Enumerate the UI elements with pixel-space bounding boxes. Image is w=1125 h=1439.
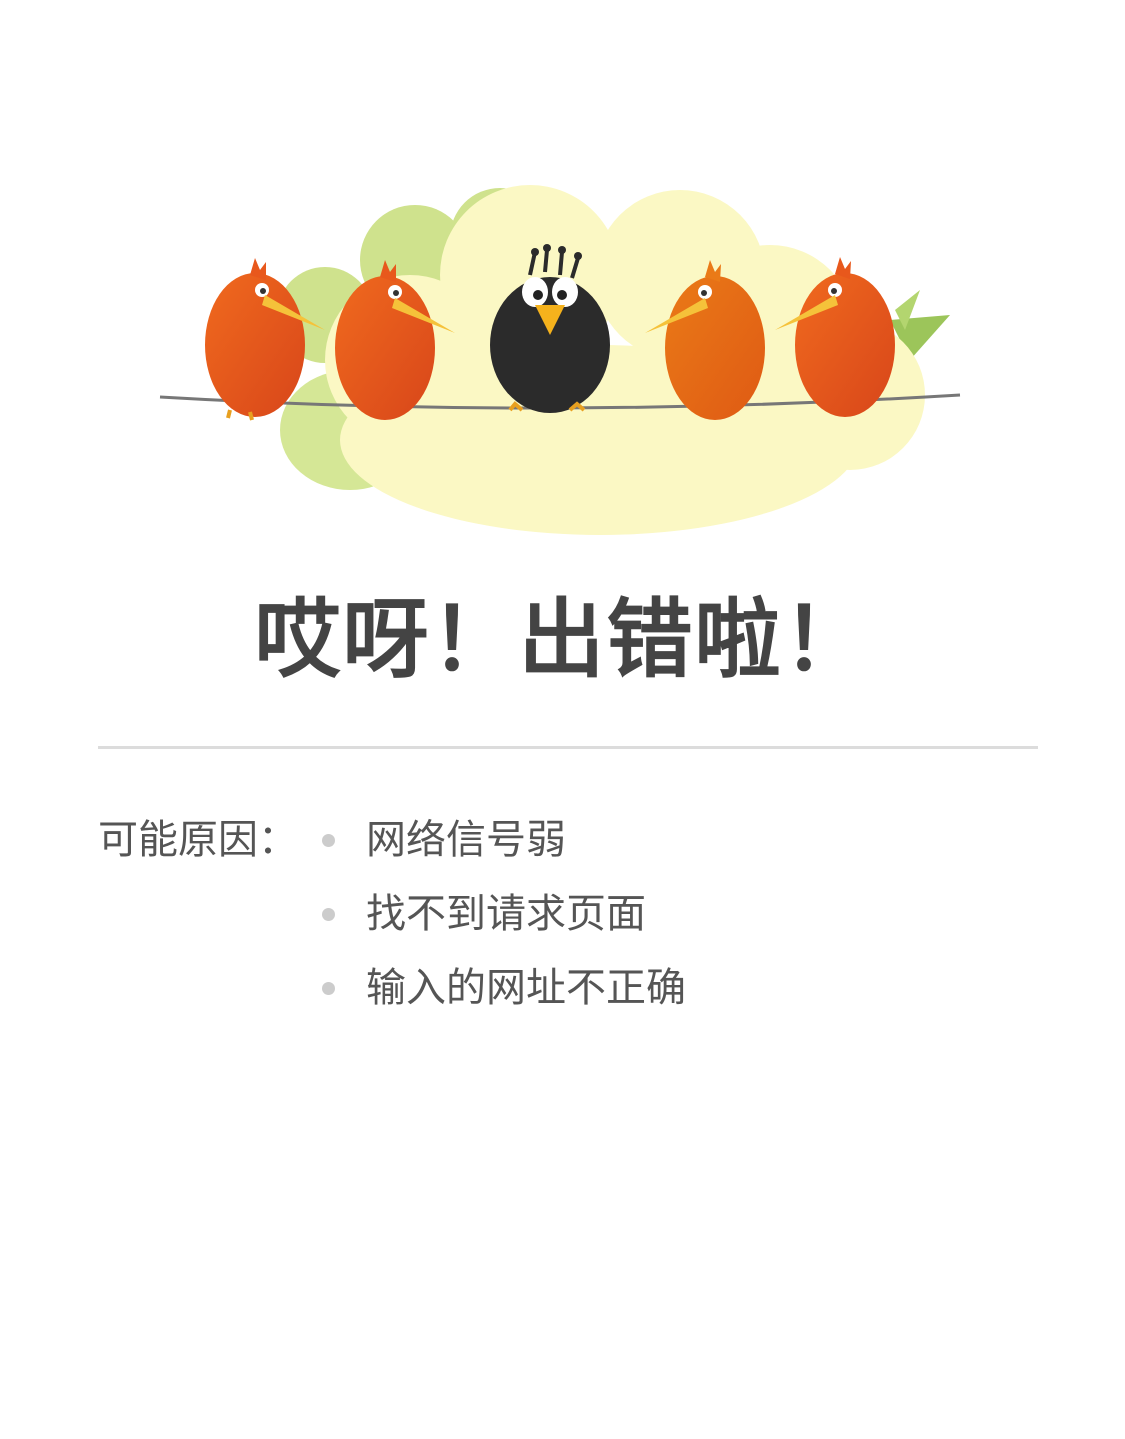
divider [98,746,1038,749]
bullet-icon [322,908,335,921]
reason-text: 网络信号弱 [366,817,566,863]
reason-text: 找不到请求页面 [366,891,646,937]
reason-item: 输入的网址不正确 [320,960,686,1034]
reason-text: 输入的网址不正确 [366,965,686,1011]
reason-item: 找不到请求页面 [320,886,686,960]
reason-item: 网络信号弱 [320,812,686,886]
reasons-list: 网络信号弱 找不到请求页面 输入的网址不正确 [320,812,686,1034]
error-title: 哎呀！出错啦！ [254,590,871,690]
birds-on-wire-illustration [159,185,961,535]
bullet-icon [322,834,335,847]
bullet-icon [322,982,335,995]
reasons-label: 可能原因： [98,817,298,863]
